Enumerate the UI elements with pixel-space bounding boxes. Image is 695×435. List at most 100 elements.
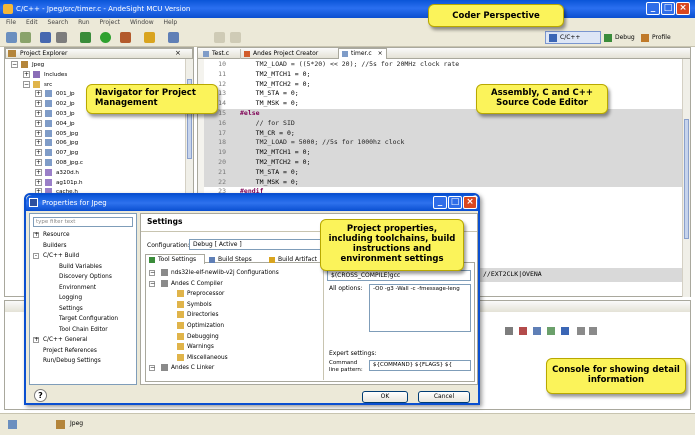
expand-toggle-icon[interactable]: − xyxy=(149,365,155,372)
tree-item[interactable]: +007_jpg xyxy=(5,149,193,159)
cancel-button[interactable]: Cancel xyxy=(418,391,470,403)
expand-toggle-icon[interactable]: − xyxy=(149,280,155,287)
nav-item[interactable]: Environment xyxy=(33,283,137,294)
nav-item[interactable]: Builders xyxy=(33,241,137,252)
expand-toggle-icon[interactable]: - xyxy=(33,253,39,259)
nav-item[interactable]: Settings xyxy=(33,304,137,315)
editor-scrollbar[interactable] xyxy=(682,59,690,297)
nav-item[interactable]: Tool Chain Editor xyxy=(33,325,137,336)
dialog-maximize-button[interactable]: □ xyxy=(448,196,462,209)
menu-project[interactable]: Project xyxy=(100,19,121,26)
tool-item[interactable]: Preprocessor xyxy=(149,289,324,300)
nav-item[interactable]: Target Configuration xyxy=(33,314,137,325)
tool-item[interactable]: − Andes C Compiler xyxy=(149,279,324,290)
expand-toggle-icon[interactable]: + xyxy=(35,178,42,186)
filter-input[interactable]: type filter text xyxy=(33,217,133,227)
tool-item[interactable]: Directories xyxy=(149,310,324,321)
fast-view-icon[interactable] xyxy=(8,420,17,429)
run-icon[interactable] xyxy=(100,32,111,43)
tab-tool-settings[interactable]: Tool Settings xyxy=(145,254,205,264)
perspective-cpp[interactable]: C/C++ xyxy=(545,31,601,44)
expand-toggle-icon[interactable]: − xyxy=(149,270,155,276)
expand-toggle-icon[interactable]: + xyxy=(35,149,42,157)
menu-run[interactable]: Run xyxy=(78,19,90,26)
clear-console-icon[interactable] xyxy=(505,327,513,335)
debug-icon[interactable] xyxy=(80,32,91,43)
code-area[interactable]: 10 TM2_LOAD = ((5*20) << 20); //5s for 2… xyxy=(204,60,682,207)
tree-item[interactable]: +004_jp xyxy=(5,119,193,130)
back-icon[interactable] xyxy=(214,32,225,43)
perspective-debug[interactable]: Debug xyxy=(604,32,635,43)
tree-item[interactable]: + ag101p.h xyxy=(5,178,193,189)
minimize-view-icon[interactable] xyxy=(577,327,585,335)
expand-toggle-icon[interactable]: + xyxy=(35,139,42,147)
open-console-icon[interactable] xyxy=(561,327,569,335)
command-pattern-field[interactable]: ${COMMAND} ${FLAGS} ${ xyxy=(369,360,471,371)
display-console-icon[interactable] xyxy=(547,327,555,335)
menu-edit[interactable]: Edit xyxy=(26,19,38,26)
tool-item[interactable]: Warnings xyxy=(149,342,324,353)
search-icon[interactable] xyxy=(144,32,155,43)
all-options-field[interactable]: -O0 -g3 -Wall -c -fmessage-leng xyxy=(369,284,471,332)
menu-help[interactable]: Help xyxy=(164,19,178,26)
tool-item[interactable]: Miscellaneous xyxy=(149,353,324,364)
nav-item[interactable]: + C/C++ General xyxy=(33,335,137,346)
close-tab-icon[interactable]: × xyxy=(378,49,383,59)
expand-toggle-icon[interactable]: + xyxy=(33,337,39,343)
tool-item[interactable]: Symbols xyxy=(149,300,324,311)
tab-timer-c[interactable]: timer.c × xyxy=(338,48,387,59)
print-icon[interactable] xyxy=(56,32,67,43)
build-icon[interactable] xyxy=(40,32,51,43)
help-icon[interactable]: ? xyxy=(34,389,47,402)
editor-scroll-thumb[interactable] xyxy=(684,119,689,239)
nav-item[interactable]: Project References xyxy=(33,346,137,357)
minimize-button[interactable]: _ xyxy=(646,2,660,15)
configuration-select[interactable]: Debug [ Active ] xyxy=(189,239,339,250)
nav-item[interactable]: Discovery Options xyxy=(33,272,137,283)
expand-toggle-icon[interactable]: − xyxy=(23,80,30,88)
nav-item[interactable]: Run/Debug Settings xyxy=(33,356,137,367)
external-tools-icon[interactable] xyxy=(120,32,131,43)
expand-toggle-icon[interactable]: + xyxy=(33,232,39,238)
tree-item[interactable]: + a320d.h xyxy=(5,168,193,179)
tool-item[interactable]: Debugging xyxy=(149,332,324,343)
maximize-button[interactable]: □ xyxy=(661,2,675,15)
ok-button[interactable]: OK xyxy=(362,391,408,403)
tree-item[interactable]: + Includes xyxy=(5,70,193,81)
tool-item[interactable]: Optimization xyxy=(149,321,324,332)
forward-icon[interactable] xyxy=(230,32,241,43)
nav-item[interactable]: Logging xyxy=(33,293,137,304)
pin-console-icon[interactable] xyxy=(533,327,541,335)
nav-item[interactable]: Build Variables xyxy=(33,262,137,273)
nav-item[interactable]: - C/C++ Build xyxy=(33,251,137,262)
expand-toggle-icon[interactable]: − xyxy=(11,61,18,68)
tool-item[interactable]: − nds32le-elf-newlib-v2j Configurations xyxy=(149,268,324,279)
terminate-icon[interactable] xyxy=(519,327,527,335)
close-button[interactable]: × xyxy=(676,2,690,15)
perspective-profile[interactable]: Profile xyxy=(641,32,671,43)
save-icon[interactable] xyxy=(20,32,31,43)
expand-toggle-icon[interactable]: + xyxy=(35,168,42,176)
maximize-view-icon[interactable] xyxy=(589,327,597,335)
dialog-minimize-button[interactable]: _ xyxy=(433,196,447,209)
tree-item[interactable]: +008_jpg.c xyxy=(5,158,193,169)
expand-toggle-icon[interactable]: + xyxy=(35,129,42,137)
tree-item[interactable]: +006_jpg xyxy=(5,139,193,149)
expand-toggle-icon[interactable]: + xyxy=(35,100,42,108)
tree-item[interactable]: +005_jpg xyxy=(5,129,193,140)
pin-icon[interactable] xyxy=(168,32,179,43)
expand-toggle-icon[interactable]: + xyxy=(35,119,42,127)
tool-splitter[interactable] xyxy=(323,266,324,380)
tab-andes-project-creator[interactable]: Andes Project Creator xyxy=(240,49,324,59)
expand-toggle-icon[interactable]: + xyxy=(35,158,42,166)
command-field[interactable]: $(CROSS_COMPILE)gcc xyxy=(327,270,471,281)
close-view-icon[interactable]: × xyxy=(175,48,181,58)
dialog-close-button[interactable]: × xyxy=(463,196,477,209)
expand-toggle-icon[interactable]: + xyxy=(35,90,42,98)
tab-build-steps[interactable]: Build Steps xyxy=(206,255,266,264)
tree-item[interactable]: − Jpeg xyxy=(5,61,193,71)
expand-toggle-icon[interactable]: + xyxy=(23,70,30,78)
tab-test-c[interactable]: Test.c xyxy=(200,49,235,59)
nav-item[interactable]: + Resource xyxy=(33,230,137,241)
menu-window[interactable]: Window xyxy=(130,19,154,26)
